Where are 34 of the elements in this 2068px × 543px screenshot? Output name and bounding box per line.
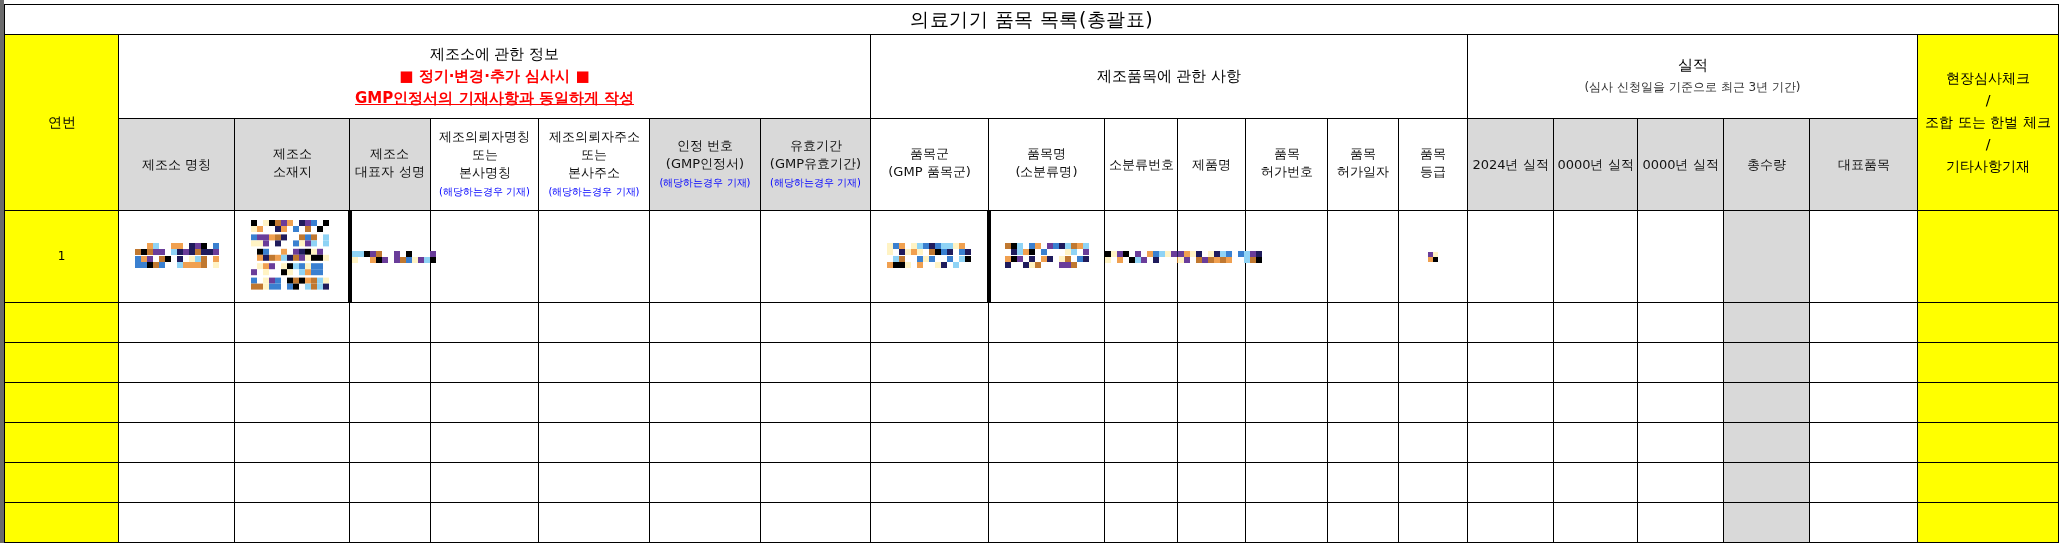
column-header-label: 유효기간 (GMP유효기간)	[769, 137, 862, 173]
group-header-title: 실적	[1677, 55, 1708, 76]
column-header-label: 소분류번호	[1108, 156, 1174, 174]
group-header-title: 제조소에 관한 정보	[429, 44, 560, 65]
column-header-label: 0000년 실적	[1642, 156, 1719, 174]
group-header-subtitle: (심사 신청일을 기준으로 최근 3년 기간)	[1584, 79, 1801, 96]
column-header-note: (해당하는경우 기재)	[438, 185, 531, 199]
column-header-label: 제조소 대표자 성명	[355, 145, 425, 181]
column-header-label: 제조의뢰자주소 또는 본사주소	[548, 128, 640, 182]
column-header-note: (해당하는경우 기재)	[547, 185, 641, 199]
column-header-note: (해당하는경우 기재)	[769, 176, 862, 190]
column-header: 연번	[4, 34, 119, 210]
warning-text: ■ 정기·변경·추가 심사시 ■	[399, 66, 590, 87]
redacted-mosaic	[1428, 251, 1438, 262]
column-header-label: 0000년 실적	[1557, 156, 1634, 174]
column-header-label: 현장심사체크 / 조합 또는 한벌 체크 / 기타사항기재	[1925, 68, 2051, 176]
column-header-label: 인정 번호 (GMP인정서)	[665, 137, 745, 173]
column-header-note: (해당하는경우 기재)	[658, 176, 752, 190]
column-header-label: 품목 등급	[1420, 145, 1446, 181]
column-header-label: 2024년 실적	[1472, 156, 1549, 174]
column-header-label: 품목명 (소분류명)	[1015, 145, 1078, 181]
column-header-label: 제조소 소재지	[272, 145, 312, 181]
column-header-label: 대표품목	[1837, 156, 1890, 174]
group-header-title: 제조품목에 관한 사항	[1096, 66, 1242, 87]
column-header-label: 제조소 명칭	[141, 156, 212, 174]
column-header-label: 품목 허가번호	[1260, 145, 1313, 181]
sheet-title: 의료기기 품목 목록(총괄표)	[4, 4, 2059, 34]
column-header-label: 품목 허가일자	[1337, 145, 1389, 181]
row-number-cell: 1	[4, 210, 119, 302]
column-header-label: 총수량	[1747, 156, 1786, 174]
warning-text: GMP인정서의 기재사항과 동일하게 작성	[355, 88, 634, 109]
column-header-label: 제조의뢰자명칭 또는 본사명칭	[439, 128, 530, 182]
column-header-label: 품목군 (GMP 품목군)	[888, 145, 971, 181]
column-header-label: 제품명	[1192, 156, 1231, 174]
